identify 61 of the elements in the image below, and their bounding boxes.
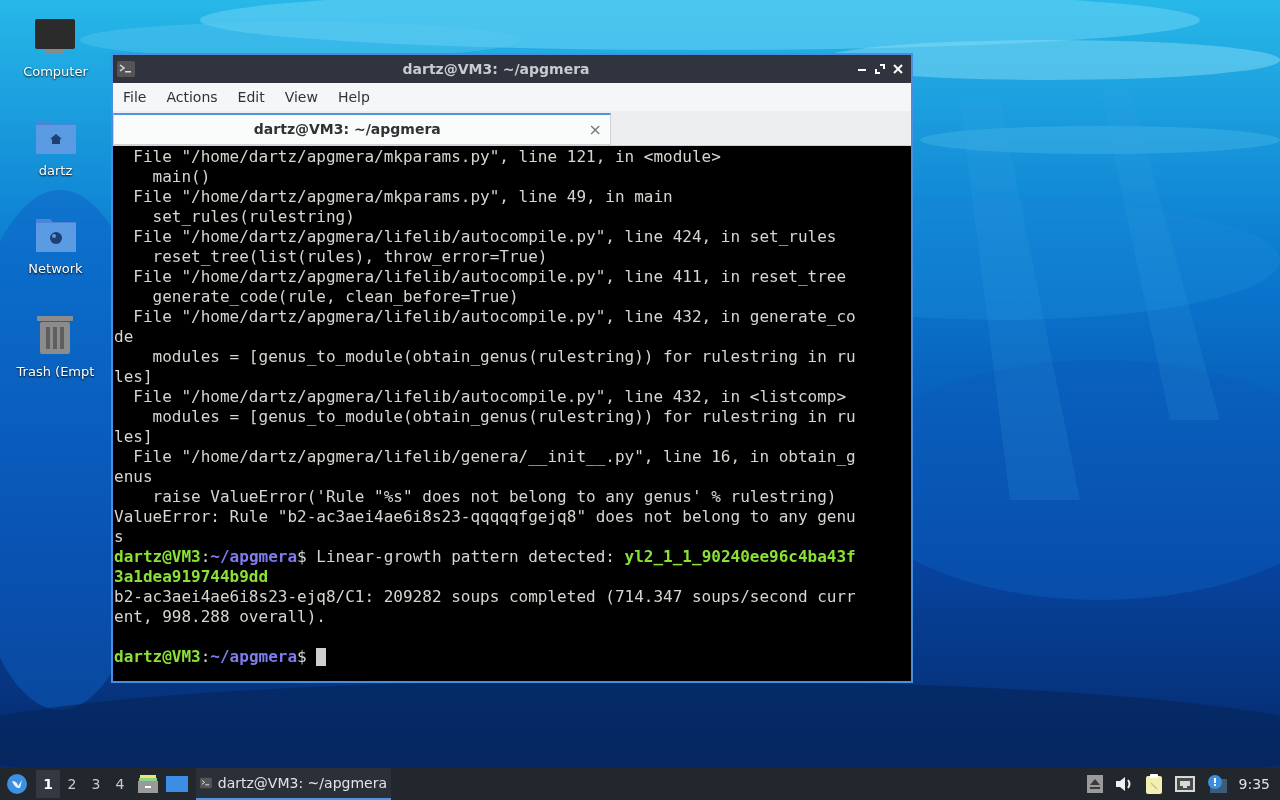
workspace-button[interactable]: 3 <box>84 770 108 798</box>
terminal-text: les] <box>114 426 153 448</box>
terminal-text: ValueError: Rule "b2-ac3aei4ae6i8s23-qqqqqfgejq8" does not belong to any genu <box>114 506 856 528</box>
terminal-text: $ <box>297 646 308 668</box>
menu-item[interactable]: Actions <box>158 86 226 108</box>
terminal-text: b2-ac3aei4ae6i8s23-ejq8/C1: 209282 soups completed (714.347 soups/second curr <box>114 586 856 608</box>
prompt-path: ~/apgmera <box>210 646 298 668</box>
desktop-icon-label[interactable]: dartz <box>38 160 73 180</box>
menu-item[interactable]: Edit <box>229 86 273 108</box>
terminal-text: reset_tree(list(rules), throw_error=True) <box>151 246 548 268</box>
task-button[interactable]: dartz@VM3: ~/apgmera <box>196 768 391 800</box>
terminal-icon <box>200 775 212 791</box>
terminal-text: modules = [genus_to_module(obtain_genus(rulestring)) for rulestring in ru <box>151 346 856 368</box>
terminal-text: File "/home/dartz/apgmera/mkparams.py", line 121, in <module> <box>132 146 721 168</box>
terminal-text: enus <box>114 466 153 488</box>
terminal-icon <box>117 61 135 77</box>
wired-network-icon[interactable] <box>1174 776 1195 792</box>
terminal-text: modules = [genus_to_module(obtain_genus(rulestring)) for rulestring in ru <box>151 406 856 428</box>
start-menu-icon[interactable] <box>6 773 28 795</box>
pattern-code: yl2_1_1_90240ee96c4ba43f <box>624 546 856 568</box>
menu-item[interactable]: View <box>276 86 326 108</box>
terminal-text: $ Linear-growth pattern detected: <box>297 546 616 568</box>
terminal-text: File "/home/dartz/apgmera/lifelib/autocompile.py", line 432, in generate_co <box>132 306 856 328</box>
monitor-icon[interactable] <box>34 18 77 56</box>
terminal-text: File "/home/dartz/apgmera/lifelib/autocompile.py", line 432, in <listcomp> <box>132 386 847 408</box>
notification-icon[interactable] <box>1206 775 1227 793</box>
terminal-text: ent, 998.288 overall). <box>114 606 326 628</box>
workspace-button[interactable]: 4 <box>108 770 132 798</box>
terminal-text: File "/home/dartz/apgmera/lifelib/genera/__init__.py", line 16, in obtain_g <box>132 446 856 468</box>
eject-icon[interactable] <box>1086 775 1103 793</box>
clipboard-icon[interactable] <box>1144 774 1163 794</box>
terminal-text: main() <box>151 166 211 188</box>
window-title: dartz@VM3: ~/apgmera <box>401 59 591 79</box>
workspace-button[interactable]: 2 <box>60 770 84 798</box>
terminal-text: raise ValueError('Rule "%s" does not belong to any genus' % rulestring) <box>151 486 837 508</box>
terminal-text: : <box>200 646 211 668</box>
terminal-text: File "/home/dartz/apgmera/lifelib/autocompile.py", line 411, in reset_tree <box>132 266 847 288</box>
menu-item[interactable]: File <box>115 86 155 108</box>
terminal-text: s <box>114 526 124 548</box>
file-cabinet-icon[interactable] <box>138 775 158 793</box>
terminal-text: les] <box>114 366 153 388</box>
prompt-user: dartz@VM3 <box>114 546 201 568</box>
prompt-user: dartz@VM3 <box>114 646 201 668</box>
terminal-text: File "/home/dartz/apgmera/lifelib/autocompile.py", line 424, in set_rules <box>132 226 837 248</box>
close-icon[interactable] <box>893 64 903 74</box>
workspace-button[interactable]: 1 <box>36 770 60 798</box>
terminal-tab[interactable]: dartz@VM3: ~/apgmera × <box>113 113 611 145</box>
desktop-icon-label[interactable]: Network <box>28 259 83 279</box>
tab-close-button[interactable]: × <box>580 117 610 142</box>
volume-icon[interactable] <box>1114 776 1133 792</box>
terminal-text: generate_code(rule, clean_before=True) <box>151 286 519 308</box>
terminal-text: : <box>200 546 211 568</box>
clock[interactable]: 9:35 <box>1238 773 1274 795</box>
prompt-path: ~/apgmera <box>210 546 298 568</box>
terminal-text: set_rules(rulestring) <box>151 206 355 228</box>
pattern-code: 3a1dea919744b9dd <box>114 566 269 588</box>
terminal-text: de <box>114 326 134 348</box>
desktop-icon-label[interactable]: Trash (Empt <box>16 361 95 381</box>
menu-item[interactable]: Help <box>329 86 378 108</box>
maximize-icon[interactable] <box>875 64 885 74</box>
terminal-text: File "/home/dartz/apgmera/mkparams.py", line 49, in main <box>132 186 673 208</box>
